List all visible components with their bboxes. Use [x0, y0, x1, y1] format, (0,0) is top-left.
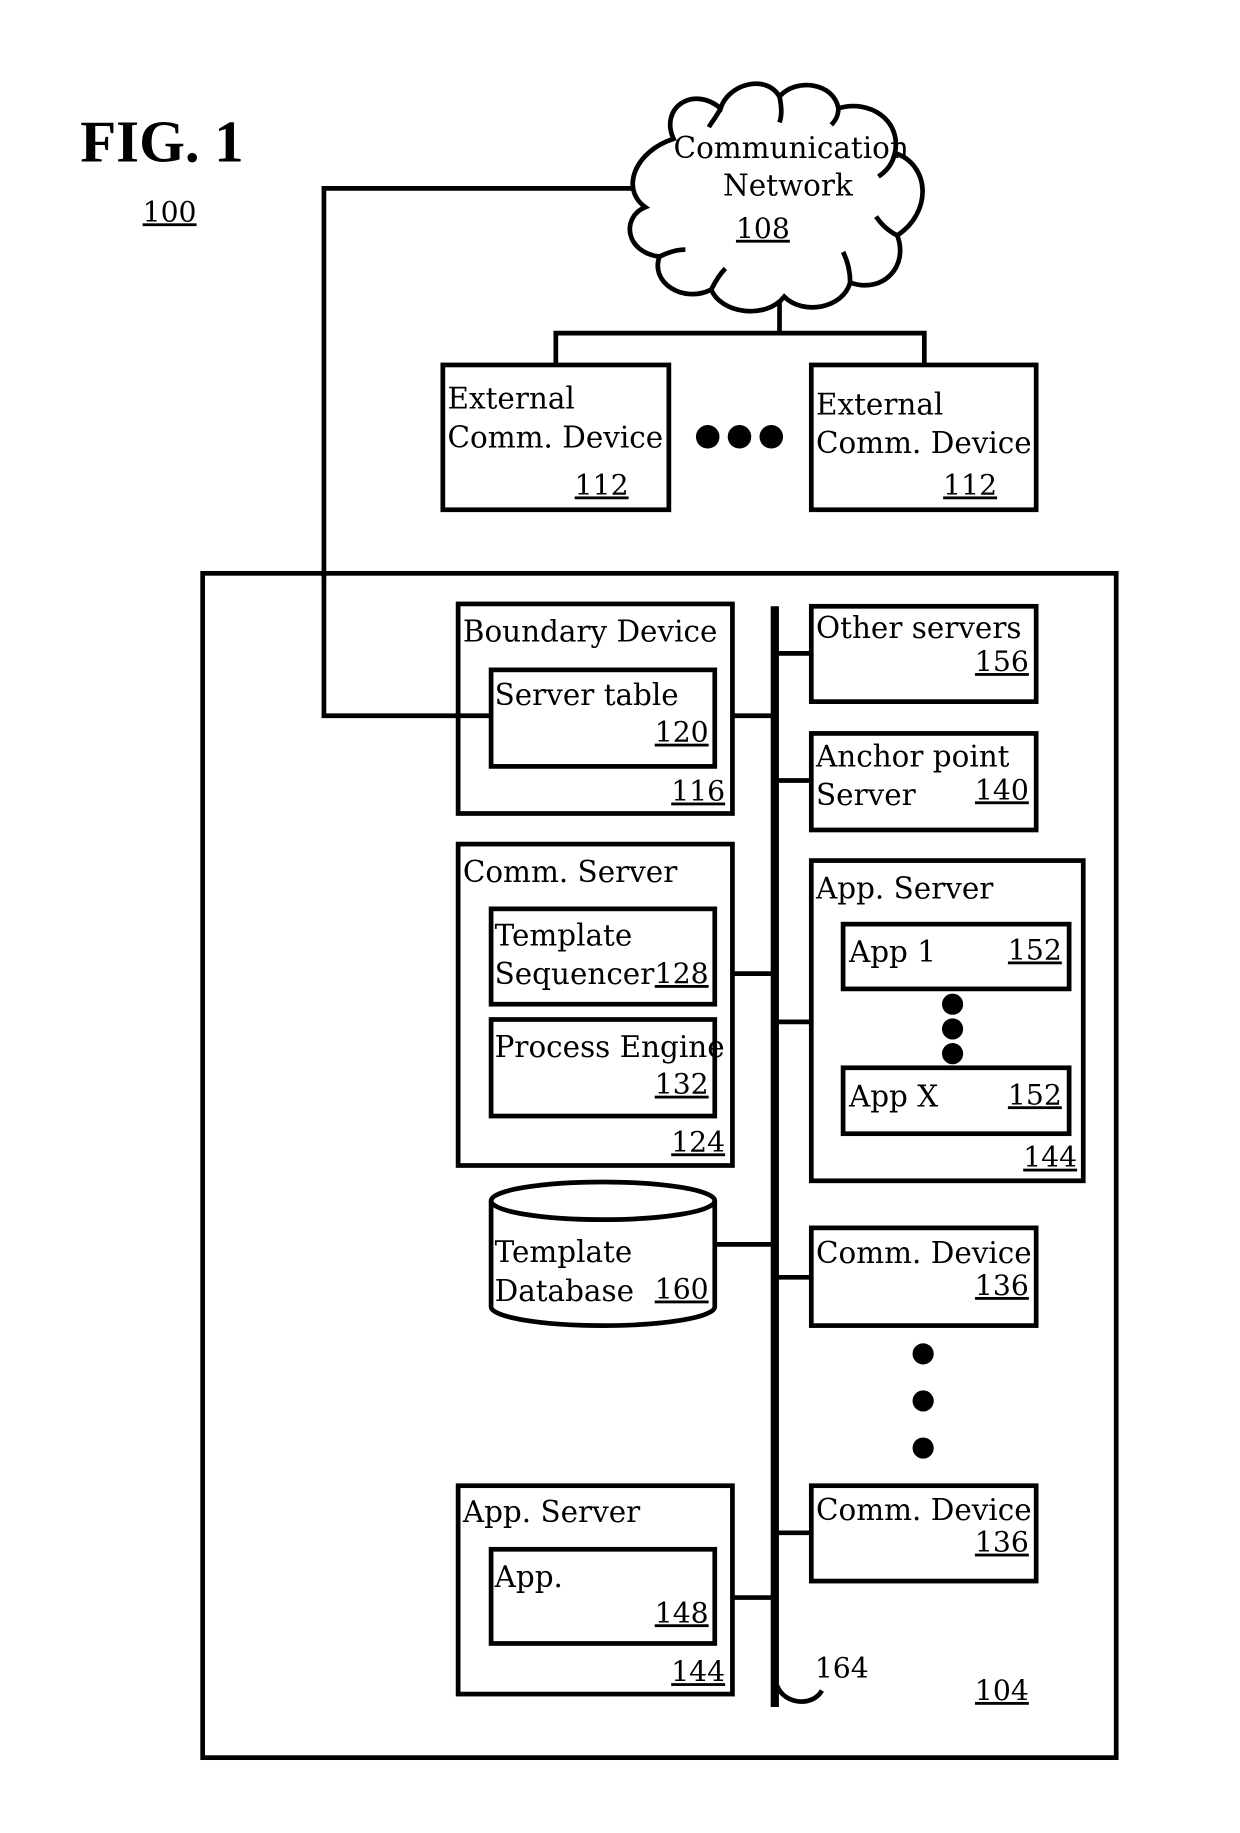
other-servers-ref: 156 [975, 645, 1029, 678]
comm-device-1-label: Comm. Device [816, 1236, 1032, 1270]
other-servers-label: Other servers [816, 611, 1021, 645]
anchor-point-server-line2: Server [816, 778, 917, 812]
template-sequencer-line2: Sequencer [495, 957, 656, 991]
external-device-2-line2: Comm. Device [816, 426, 1032, 460]
app-1-label: App 1 [848, 935, 936, 969]
anchor-point-server-line1: Anchor point [815, 739, 1010, 773]
ellipsis-dot [941, 993, 964, 1015]
template-database-line2: Database [495, 1274, 634, 1308]
app-x-ref: 152 [1008, 1078, 1062, 1111]
template-sequencer-ref: 128 [655, 957, 709, 990]
app-148-label: App. [494, 1560, 563, 1594]
template-database-line1: Template [495, 1235, 633, 1269]
ellipsis-dot [941, 1043, 964, 1065]
external-device-2-ref: 112 [943, 468, 997, 501]
external-device-1-line1: External [448, 382, 575, 416]
comm-device-2-label: Comm. Device [816, 1493, 1032, 1527]
server-table-label: Server table [495, 678, 679, 712]
ellipsis-dot [727, 424, 752, 449]
comm-server-label: Comm. Server [463, 855, 678, 889]
ellipsis-dot [912, 1437, 934, 1459]
app-server-left-ref: 144 [671, 1655, 725, 1688]
comm-server-ref: 124 [671, 1125, 725, 1158]
server-table-ref: 120 [655, 716, 709, 749]
enterprise-ref: 104 [975, 1674, 1029, 1707]
bus-leader [774, 1684, 824, 1704]
system-diagram: FIG. 1 100 Communication Network 108 Ext… [80, 81, 1119, 1761]
app-server-right-ref: 144 [1023, 1141, 1077, 1174]
app-server-left-label: App. Server [462, 1495, 641, 1529]
app-server-right-label: App. Server [815, 871, 994, 905]
external-device-1-line2: Comm. Device [448, 420, 664, 454]
template-database-ref: 160 [655, 1273, 709, 1306]
network-ref: 108 [736, 212, 790, 245]
app-148-ref: 148 [655, 1596, 709, 1629]
ellipsis-dot [912, 1343, 934, 1365]
comm-device-1-ref: 136 [975, 1269, 1029, 1302]
app-1-ref: 152 [1008, 933, 1062, 966]
boundary-device-ref: 116 [671, 775, 725, 808]
figure-ref: 100 [143, 195, 197, 228]
anchor-point-server-ref: 140 [975, 773, 1029, 806]
template-sequencer-line1: Template [495, 918, 633, 952]
figure-title: FIG. 1 [80, 109, 244, 174]
bus-ref: 164 [815, 1652, 869, 1685]
network-label-line2: Network [723, 168, 854, 202]
process-engine-label: Process Engine [495, 1030, 725, 1064]
comm-device-2-ref: 136 [975, 1526, 1029, 1559]
external-device-1-ref: 112 [575, 468, 629, 501]
ellipsis-dot [941, 1018, 964, 1040]
ellipsis-dot [912, 1390, 934, 1412]
ellipsis-dot [695, 424, 720, 449]
external-devices-link [553, 330, 927, 365]
process-engine-ref: 132 [655, 1068, 709, 1101]
ellipsis-dot [759, 424, 784, 449]
app-x-label: App X [848, 1080, 938, 1114]
network-label-line1: Communication [674, 131, 909, 165]
external-device-2-line1: External [816, 387, 943, 421]
boundary-device-label: Boundary Device [463, 615, 718, 649]
